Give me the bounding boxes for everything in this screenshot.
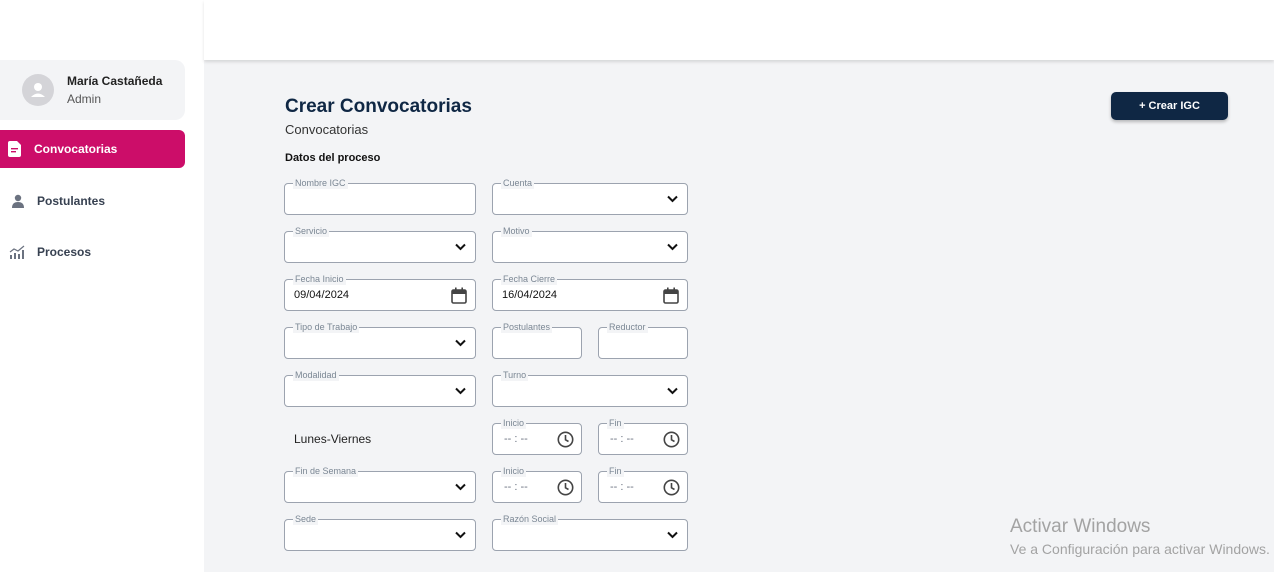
sidebar-item-postulantes[interactable]: Postulantes — [0, 182, 185, 220]
sidebar-item-label: Convocatorias — [34, 142, 118, 156]
field-label: Motivo — [501, 225, 532, 237]
calendar-icon[interactable] — [451, 287, 467, 304]
field-label: Servicio — [293, 225, 330, 237]
document-icon — [0, 141, 30, 157]
fs-fin-time[interactable]: Fin -- : -- — [598, 465, 688, 503]
field-value: -- : -- — [610, 433, 634, 445]
person-icon — [3, 194, 33, 208]
field-value: 09/04/2024 — [294, 289, 350, 301]
user-name: María Castañeda — [67, 74, 163, 88]
chevron-down-icon — [455, 243, 466, 251]
field-label: Tipo de Trabajo — [293, 321, 360, 333]
field-label: Modalidad — [293, 369, 339, 381]
motivo-select[interactable]: Motivo — [492, 225, 688, 263]
chevron-down-icon — [667, 195, 678, 203]
clock-icon[interactable] — [557, 479, 574, 496]
clock-icon[interactable] — [663, 479, 680, 496]
field-label: Razón Social — [501, 513, 559, 525]
reductor-field[interactable]: Reductor — [598, 321, 688, 359]
field-label: Fecha Inicio — [293, 273, 346, 285]
chevron-down-icon — [455, 387, 466, 395]
field-label: Fin — [607, 465, 624, 477]
chevron-down-icon — [667, 531, 678, 539]
create-igc-button[interactable]: + Crear IGC — [1111, 92, 1228, 120]
clock-icon[interactable] — [557, 431, 574, 448]
calendar-icon[interactable] — [663, 287, 679, 304]
field-label: Inicio — [501, 417, 527, 429]
chevron-down-icon — [455, 483, 466, 491]
sidebar-item-convocatorias[interactable]: Convocatorias — [0, 130, 185, 168]
top-bar — [204, 0, 1274, 60]
section-title: Datos del proceso — [285, 152, 381, 164]
field-label: Fin de Semana — [293, 465, 359, 477]
field-label: Postulantes — [501, 321, 553, 333]
activation-watermark-title: Activar Windows — [1010, 516, 1151, 537]
avatar — [22, 74, 54, 106]
field-label: Turno — [501, 369, 529, 381]
fs-inicio-time[interactable]: Inicio -- : -- — [492, 465, 582, 503]
chevron-down-icon — [667, 243, 678, 251]
clock-icon[interactable] — [663, 431, 680, 448]
activation-watermark-text: Ve a Configuración para activar Windows. — [1010, 541, 1270, 557]
field-value: -- : -- — [610, 481, 634, 493]
sidebar-item-label: Procesos — [37, 245, 92, 259]
sede-select[interactable]: Sede — [284, 513, 476, 551]
page-title: Crear Convocatorias — [285, 96, 472, 117]
field-value: -- : -- — [504, 481, 528, 493]
chart-icon — [3, 245, 33, 259]
lunes-viernes-label: Lunes-Viernes — [294, 432, 372, 446]
lv-fin-time[interactable]: Fin -- : -- — [598, 417, 688, 455]
user-card[interactable]: María Castañeda Admin — [0, 60, 185, 120]
chevron-down-icon — [667, 387, 678, 395]
razon-social-select[interactable]: Razón Social — [492, 513, 688, 551]
field-value: -- : -- — [504, 433, 528, 445]
turno-select[interactable]: Turno — [492, 369, 688, 407]
user-avatar-icon — [31, 83, 45, 97]
chevron-down-icon — [455, 531, 466, 539]
page-subtitle: Convocatorias — [285, 122, 369, 137]
sidebar-item-label: Postulantes — [37, 194, 106, 208]
sidebar: María Castañeda Admin Convocatorias Post… — [0, 0, 204, 572]
fecha-cierre-field[interactable]: Fecha Cierre 16/04/2024 — [492, 273, 688, 311]
fin-semana-select[interactable]: Fin de Semana — [284, 465, 476, 503]
fecha-inicio-field[interactable]: Fecha Inicio 09/04/2024 — [284, 273, 476, 311]
field-value: 16/04/2024 — [502, 289, 558, 301]
nombre-igc-field[interactable]: Nombre IGC — [284, 177, 476, 215]
cuenta-select[interactable]: Cuenta — [492, 177, 688, 215]
field-label: Fecha Cierre — [501, 273, 558, 285]
field-label: Nombre IGC — [293, 177, 348, 189]
postulantes-field[interactable]: Postulantes — [492, 321, 582, 359]
field-label: Sede — [293, 513, 319, 525]
modalidad-select[interactable]: Modalidad — [284, 369, 476, 407]
field-label: Cuenta — [501, 177, 535, 189]
sidebar-item-procesos[interactable]: Procesos — [0, 233, 185, 271]
field-label: Fin — [607, 417, 624, 429]
lv-inicio-time[interactable]: Inicio -- : -- — [492, 417, 582, 455]
field-label: Inicio — [501, 465, 527, 477]
user-role: Admin — [67, 92, 102, 106]
servicio-select[interactable]: Servicio — [284, 225, 476, 263]
tipo-trabajo-select[interactable]: Tipo de Trabajo — [284, 321, 476, 359]
field-label: Reductor — [607, 321, 648, 333]
chevron-down-icon — [455, 339, 466, 347]
